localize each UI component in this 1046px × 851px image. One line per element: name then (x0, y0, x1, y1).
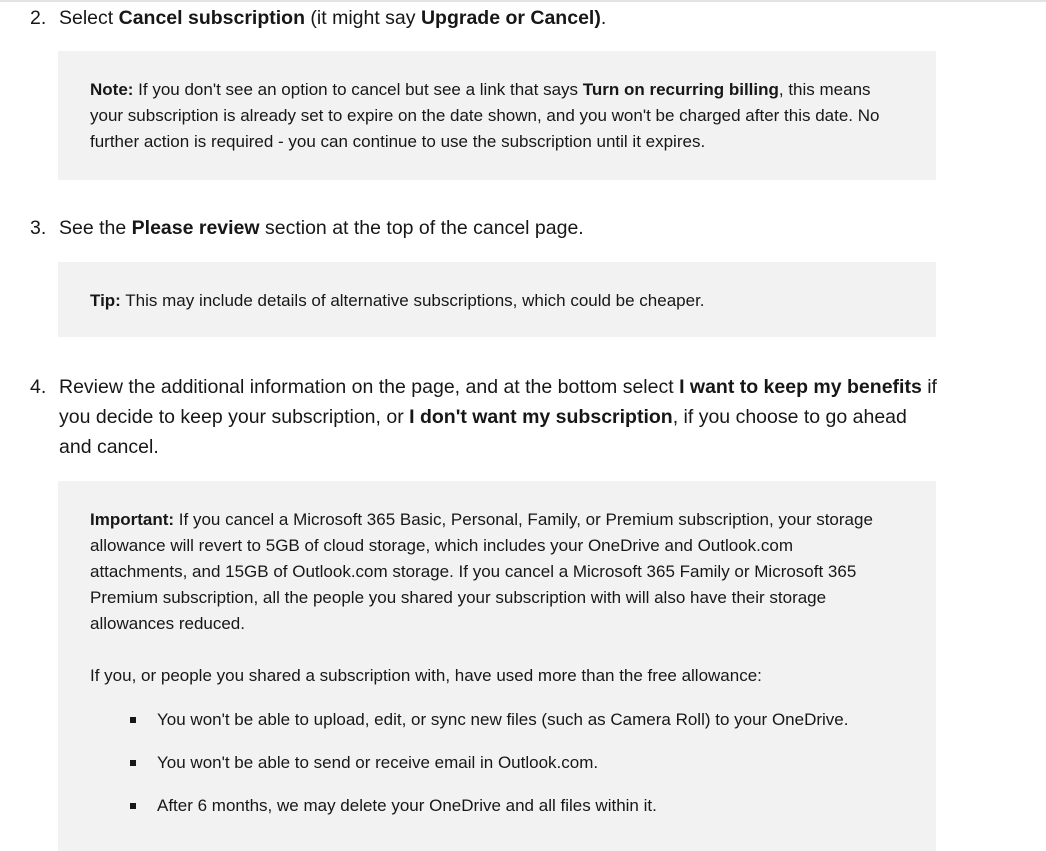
step-number: 4. (30, 376, 47, 398)
list-item: After 6 months, we may delete your OneDr… (90, 793, 904, 819)
text: This may include details of alternative … (120, 291, 705, 310)
list-item-text: You won't be able to send or receive ema… (157, 753, 599, 772)
important-followup: If you, or people you shared a subscript… (90, 666, 762, 685)
bullet-icon (130, 760, 136, 766)
list-item: You won't be able to send or receive ema… (90, 750, 904, 776)
bold-text: Note: (90, 80, 134, 99)
consequence-list: You won't be able to upload, edit, or sy… (90, 707, 904, 819)
bold-text: Important: (90, 510, 175, 529)
bullet-icon (130, 717, 136, 723)
note-text: Note: If you don't see an option to canc… (90, 77, 880, 155)
text: See the (59, 217, 132, 239)
text: section at the top of the cancel page. (259, 217, 584, 239)
important-box: Important: If you cancel a Microsoft 365… (58, 481, 936, 851)
tip-text: Tip: This may include details of alterna… (90, 288, 880, 314)
bold-text: Turn on recurring billing (582, 80, 779, 99)
bold-text: I want to keep my benefits (679, 376, 922, 398)
step-text: See the Please review section at the top… (59, 213, 939, 243)
text: Review the additional information on the… (59, 376, 680, 398)
bold-text: Cancel subscription (118, 7, 305, 29)
bold-text: I don't want my subscription (409, 406, 673, 428)
bold-text: Upgrade or Cancel) (420, 7, 601, 29)
step-text: Review the additional information on the… (59, 372, 939, 462)
step-number: 2. (30, 7, 47, 29)
bullet-icon (130, 803, 136, 809)
list-item: You won't be able to upload, edit, or sy… (90, 707, 904, 733)
step-text: Select Cancel subscription (it might say… (59, 3, 939, 33)
bold-text: Please review (131, 217, 260, 239)
text: (it might say (305, 7, 421, 29)
list-item-text: After 6 months, we may delete your OneDr… (157, 796, 657, 815)
text: . (600, 7, 607, 29)
list-item-text: You won't be able to upload, edit, or sy… (157, 710, 849, 729)
important-text: Important: If you cancel a Microsoft 365… (90, 507, 880, 637)
text: If you cancel a Microsoft 365 Basic, Per… (90, 510, 873, 633)
text: If you don't see an option to cancel but… (133, 80, 583, 99)
text: Select (59, 7, 119, 29)
top-divider (0, 0, 1046, 2)
step-number: 3. (30, 217, 47, 239)
note-box: Note: If you don't see an option to canc… (58, 51, 936, 180)
bold-text: Tip: (90, 291, 121, 310)
tip-box: Tip: This may include details of alterna… (58, 262, 936, 337)
